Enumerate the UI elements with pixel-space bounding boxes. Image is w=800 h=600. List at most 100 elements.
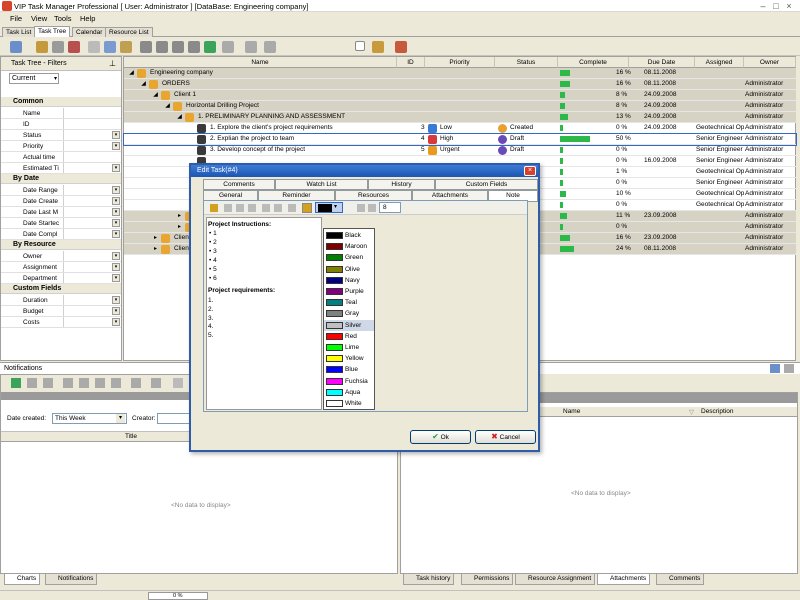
chevron-down-icon[interactable]: ▾	[112, 186, 120, 194]
tab-comments[interactable]: Comments	[203, 179, 275, 190]
color-option[interactable]: Teal	[324, 297, 374, 308]
close-icon[interactable]: ×	[784, 1, 794, 11]
menu-help[interactable]: Help	[80, 14, 95, 23]
table-row[interactable]: ◢ ORDERS 16 % 08.11.2008 Administrator	[124, 79, 796, 90]
filter-row-value[interactable]	[63, 273, 119, 283]
filter-row-value[interactable]	[63, 207, 119, 217]
underline-icon[interactable]	[274, 204, 282, 212]
export-icon[interactable]	[120, 41, 132, 53]
filter-row[interactable]: Date Compl ▾	[1, 229, 121, 240]
color-option[interactable]: Blue	[324, 364, 374, 375]
align-center-icon[interactable]	[236, 204, 244, 212]
filter-row[interactable]: Assignment ▾	[1, 262, 121, 273]
expand-icon[interactable]	[245, 41, 257, 53]
tab-task-history[interactable]: Task history	[403, 573, 455, 585]
chevron-down-icon[interactable]: ▾	[112, 307, 120, 315]
filter-row-value[interactable]	[63, 218, 119, 228]
tab-resource-assignment[interactable]: Resource Assignment	[515, 573, 596, 585]
filter-section[interactable]: Custom Fields	[1, 284, 121, 294]
filter-row[interactable]: Estimated Ti ▾	[1, 163, 121, 174]
filter-row[interactable]: Status ▾	[1, 130, 121, 141]
tab-charts[interactable]: Charts	[4, 573, 41, 585]
highlight-icon[interactable]	[357, 204, 365, 212]
chevron-down-icon[interactable]: ▾	[112, 274, 120, 282]
mark-read-icon[interactable]	[27, 378, 37, 388]
chevron-down-icon[interactable]: ▾	[112, 296, 120, 304]
expand-icon[interactable]: ◢	[140, 81, 147, 88]
bullets-icon[interactable]	[302, 203, 312, 213]
col-header-name[interactable]: Name	[563, 408, 580, 415]
color-option[interactable]: Purple	[324, 286, 374, 297]
filter-row-value[interactable]	[63, 163, 119, 173]
filter-row[interactable]: Priority ▾	[1, 141, 121, 152]
chevron-down-icon[interactable]: ▾	[112, 230, 120, 238]
expand-icon[interactable]: ▸	[176, 213, 183, 220]
new-subtask-icon[interactable]	[36, 41, 48, 53]
menu-file[interactable]: File	[10, 14, 22, 23]
table-row[interactable]: ◢ Client 1 8 % 24.09.2008 Administrator	[124, 90, 796, 101]
report-icon[interactable]	[372, 41, 384, 53]
expand-icon[interactable]: ▸	[176, 224, 183, 231]
color-option[interactable]: Lime	[324, 342, 374, 353]
tab-custom-fields[interactable]: Custom Fields	[435, 179, 538, 190]
tab-watch-list[interactable]: Watch List	[275, 179, 368, 190]
new-task-icon[interactable]	[10, 41, 22, 53]
color-option[interactable]: Aqua	[324, 387, 374, 398]
creator-field[interactable]	[157, 413, 191, 424]
col-header-title[interactable]: Title	[125, 433, 137, 440]
collapse-icon[interactable]	[264, 41, 276, 53]
color-option[interactable]: Maroon	[324, 241, 374, 252]
expand-icon[interactable]: ▸	[152, 246, 159, 253]
outdent-icon[interactable]	[188, 41, 200, 53]
font-size-input[interactable]: 8	[379, 202, 401, 213]
tab-notifications[interactable]: Notifications	[45, 573, 98, 585]
delete-icon[interactable]	[63, 378, 73, 388]
filter-row[interactable]: Budget ▾	[1, 306, 121, 317]
note-content[interactable]: Project Instructions: • 1 • 2 • 3 • 4 • 5 • 6…	[206, 217, 322, 410]
col-header-assigned[interactable]: Assigned	[695, 57, 744, 68]
font-icon[interactable]	[368, 204, 376, 212]
expand-icon[interactable]: ◢	[128, 70, 135, 77]
delete-task-icon[interactable]	[68, 41, 80, 53]
color-option[interactable]: Olive	[324, 264, 374, 275]
table-row[interactable]: ◢ Horizontal Drilling Project 8 % 24.09.200…	[124, 101, 796, 112]
maximize-icon[interactable]: □	[771, 1, 781, 11]
col-header-owner[interactable]: Owner	[744, 57, 796, 68]
bold-icon[interactable]	[210, 204, 218, 212]
table-row[interactable]: 1. Explore the client's project requirem…	[124, 123, 796, 134]
chevron-down-icon[interactable]: ▾	[112, 318, 120, 326]
filter-row-value[interactable]	[63, 108, 119, 118]
chevron-down-icon[interactable]: ▾	[112, 219, 120, 227]
edit-task-icon[interactable]	[52, 41, 64, 53]
move-down-icon[interactable]	[156, 41, 168, 53]
filter-row-value[interactable]	[63, 196, 119, 206]
col-header-complete[interactable]: Complete	[558, 57, 629, 68]
panel-close-icon[interactable]	[784, 364, 794, 373]
dock-icon[interactable]	[770, 364, 780, 373]
color-option[interactable]: Silver	[324, 319, 374, 331]
refresh-icon[interactable]	[204, 41, 216, 53]
expand-icon[interactable]: ▸	[152, 235, 159, 242]
sort-icon[interactable]	[222, 41, 234, 53]
color-option[interactable]: Red	[324, 331, 374, 342]
color-option[interactable]: Navy	[324, 275, 374, 286]
view-dropdown[interactable]	[355, 41, 365, 51]
col-header-due-date[interactable]: Due Date	[629, 57, 695, 68]
date-created-select[interactable]: This Week ▾	[52, 413, 127, 424]
tab-attachments[interactable]: Attachments	[597, 573, 651, 585]
align-right-icon[interactable]	[248, 204, 256, 212]
filter-row[interactable]: Duration ▾	[1, 295, 121, 306]
filter-row[interactable]: Date Create ▾	[1, 196, 121, 207]
filter-row[interactable]: ID	[1, 119, 121, 130]
filter-row[interactable]: Date Range ▾	[1, 185, 121, 196]
view-options-icon[interactable]	[151, 378, 161, 388]
chevron-down-icon[interactable]: ▾	[112, 142, 120, 150]
col-header-description[interactable]: Description	[701, 408, 734, 415]
filter-row-value[interactable]	[63, 152, 119, 162]
filter-section[interactable]: By Date	[1, 174, 121, 184]
filter-row-value[interactable]	[63, 306, 119, 316]
indent-icon[interactable]	[172, 41, 184, 53]
col-header-status[interactable]: Status	[495, 57, 558, 68]
filter-row[interactable]: Date Startec ▾	[1, 218, 121, 229]
filter-row[interactable]: Department ▾	[1, 273, 121, 284]
